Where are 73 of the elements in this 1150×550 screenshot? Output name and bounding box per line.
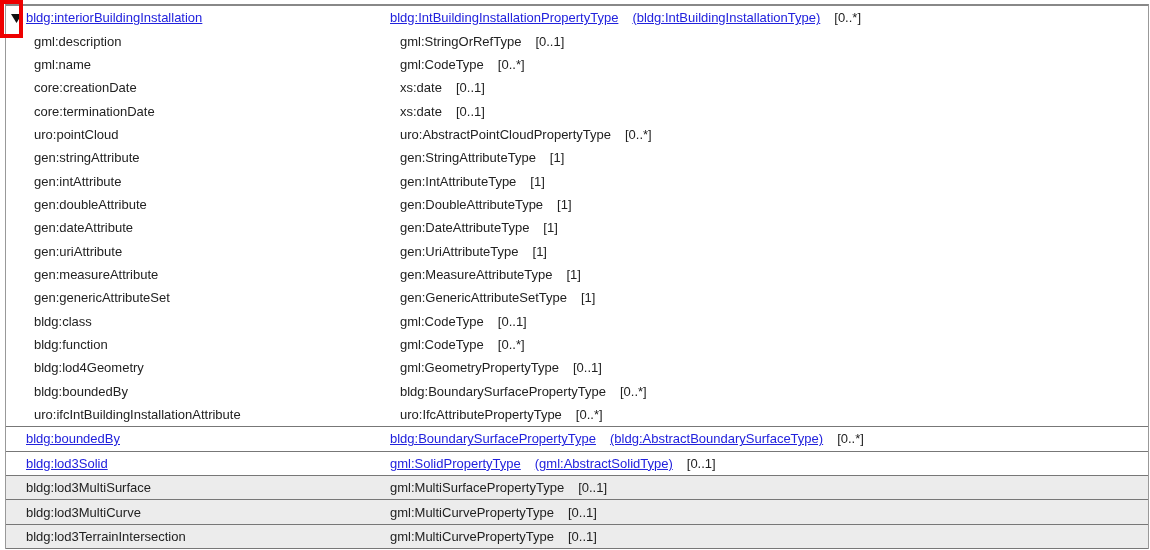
type-link[interactable]: bldg:IntBuildingInstallationPropertyType — [390, 10, 619, 26]
type-name: gml:CodeType — [400, 313, 484, 329]
multiplicity: [0..1] — [455, 103, 485, 119]
child-element-name: gen:intAttribute — [34, 173, 123, 189]
multiplicity: [0..*] — [625, 126, 652, 142]
multiplicity: [0..1] — [455, 80, 485, 96]
type-name: gen:GenericAttributeSetType — [400, 290, 567, 306]
type-name: xs:date — [400, 103, 442, 119]
child-element-name: bldg:boundedBy — [34, 383, 129, 399]
child-element-name: gen:stringAttribute — [34, 150, 141, 166]
multiplicity: [0..*] — [575, 407, 603, 423]
type-name: gen:MeasureAttributeType — [400, 267, 553, 282]
child-element-name: uro:pointCloud — [34, 126, 120, 142]
multiplicity: [1] — [530, 173, 545, 189]
child-element-name: gen:dateAttribute — [34, 220, 135, 236]
multiplicity: [1] — [580, 290, 596, 306]
multiplicity: [0..1] — [578, 480, 608, 496]
element-name: bldg:lod3MultiCurve — [26, 504, 142, 520]
child-element-name: gen:doubleAttribute — [34, 196, 148, 212]
type-link[interactable]: bldg:BoundarySurfacePropertyType — [390, 431, 596, 447]
element-name: bldg:lod3TerrainIntersection — [26, 529, 187, 544]
multiplicity: [1] — [566, 267, 581, 282]
type-name: xs:date — [400, 80, 442, 96]
child-element-name: core:terminationDate — [34, 103, 156, 119]
type-name: gen:DoubleAttributeType — [400, 196, 544, 212]
type-link[interactable]: (bldg:IntBuildingInstallationType) — [632, 10, 821, 26]
type-name: gen:UriAttributeType — [400, 243, 519, 259]
type-name: gml:CodeType — [400, 56, 484, 72]
multiplicity: [0..*] — [619, 383, 647, 399]
multiplicity: [0..1] — [568, 529, 597, 544]
child-element-name: core:creationDate — [34, 80, 138, 96]
child-element-name: bldg:class — [34, 313, 93, 329]
multiplicity: [0..1] — [572, 360, 602, 376]
child-element-name: bldg:lod4Geometry — [34, 360, 145, 376]
multiplicity: [0..*] — [497, 56, 525, 72]
type-name: gen:IntAttributeType — [400, 173, 517, 189]
element-link[interactable]: bldg:interiorBuildingInstallation — [26, 10, 390, 26]
child-element-name: gml:name — [34, 56, 93, 72]
multiplicity: [0..1] — [568, 504, 597, 520]
child-element-name: bldg:function — [34, 337, 109, 353]
type-name: uro:AbstractPointCloudPropertyType — [400, 126, 611, 142]
type-name: gml:MultiSurfacePropertyType — [390, 480, 565, 496]
type-name: gml:CodeType — [400, 337, 484, 353]
element-name: bldg:lod3MultiSurface — [26, 480, 153, 496]
multiplicity: [0..1] — [497, 313, 527, 329]
type-name: gml:MultiCurvePropertyType — [390, 504, 554, 520]
type-name: gen:DateAttributeType — [400, 220, 530, 236]
type-name: gml:StringOrRefType — [400, 33, 522, 49]
child-element-name: gen:genericAttributeSet — [34, 290, 171, 306]
element-link[interactable]: bldg:lod3Solid — [26, 455, 390, 471]
multiplicity: [0..*] — [837, 431, 864, 447]
type-link[interactable]: (bldg:AbstractBoundarySurfaceType) — [609, 431, 824, 447]
element-link[interactable]: bldg:boundedBy — [26, 431, 390, 447]
multiplicity: [1] — [549, 150, 565, 166]
multiplicity: [1] — [543, 220, 558, 236]
multiplicity: [0..1] — [686, 455, 716, 471]
type-link[interactable]: gml:SolidPropertyType — [390, 455, 521, 471]
child-element-name: gen:measureAttribute — [34, 267, 160, 282]
type-name: bldg:BoundarySurfacePropertyType — [400, 383, 606, 399]
type-name: gml:MultiCurvePropertyType — [390, 529, 554, 544]
collapse-triangle-icon[interactable] — [10, 12, 22, 23]
type-name: gen:StringAttributeType — [400, 150, 536, 166]
multiplicity: [1] — [557, 196, 572, 212]
child-element-name: uro:ifcIntBuildingInstallationAttribute — [34, 407, 242, 423]
type-link[interactable]: (gml:AbstractSolidType) — [534, 455, 673, 471]
multiplicity: [1] — [532, 243, 547, 259]
multiplicity: [0..*] — [834, 10, 861, 26]
child-element-name: gml:description — [34, 33, 123, 49]
type-name: uro:IfcAttributePropertyType — [400, 407, 562, 423]
multiplicity: [0..*] — [497, 337, 525, 353]
type-name: gml:GeometryPropertyType — [400, 360, 559, 376]
child-element-name: gen:uriAttribute — [34, 243, 124, 259]
multiplicity: [0..1] — [535, 33, 565, 49]
